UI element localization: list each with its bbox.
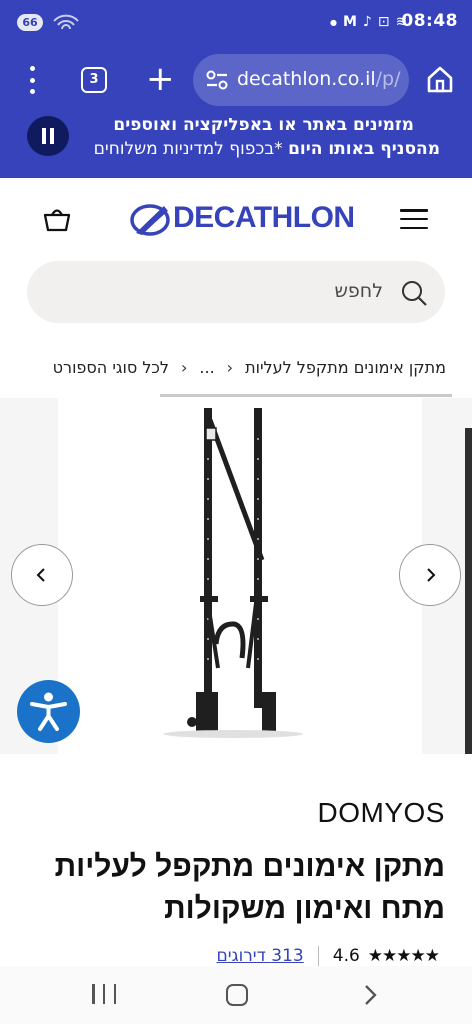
recent-apps-icon[interactable] (92, 984, 116, 1006)
logo-text: DECATHLON (173, 201, 355, 234)
tab-switcher-button[interactable]: 3 (81, 67, 107, 93)
product-image (58, 398, 422, 754)
system-navigation-bar (0, 966, 472, 1024)
reviews-link[interactable]: 313 דירוגים (216, 946, 303, 966)
promo-line-2: מהסניף באותו היום *בכפוף למדיניות משלוחי… (94, 139, 440, 159)
breadcrumb-separator-icon: ‹ (180, 357, 188, 377)
hamburger-menu-icon[interactable] (400, 209, 428, 229)
new-tab-button[interactable]: + (146, 62, 175, 96)
gallery-next-button[interactable] (399, 544, 461, 606)
promo-banner: מזמינים באתר או באפליקציה ואוספים מהסניף… (0, 115, 472, 178)
browser-toolbar: 3 + decathlon.co.il/p/ (0, 44, 472, 116)
url-host: decathlon.co.il (237, 68, 376, 90)
pause-button[interactable] (27, 116, 69, 156)
search-placeholder: לחפש (334, 280, 383, 302)
search-input[interactable]: לחפש (27, 261, 445, 323)
tiktok-icon: ♪ (362, 14, 372, 30)
promo-line-2-bold: מהסניף באותו היום (288, 139, 440, 159)
breadcrumb-item-ellipsis[interactable]: ... (199, 358, 214, 377)
site-header: DECATHLON (0, 178, 472, 262)
pull-up-rack-illustration (163, 408, 303, 738)
product-title: מתקן אימונים מתקפל לעליות מתח ואימון משק… (54, 850, 445, 925)
dot-icon: ● (330, 17, 337, 27)
pause-icon-bar-right (50, 128, 54, 144)
gallery-prev-button[interactable] (11, 544, 73, 606)
rating-value: 4.6 (332, 946, 360, 966)
next-image-peek (465, 428, 472, 754)
wifi-icon (53, 14, 79, 30)
breadcrumb-separator-icon: ‹ (226, 357, 234, 377)
address-bar[interactable]: decathlon.co.il/p/ (193, 54, 409, 106)
decathlon-logo[interactable]: DECATHLON (130, 201, 355, 237)
clock: 08:48 (401, 11, 458, 31)
rating-divider (317, 946, 319, 966)
breadcrumb-scrollbar (160, 394, 452, 397)
pause-icon-bar-left (42, 128, 46, 144)
chevron-right-icon (427, 568, 436, 582)
breadcrumb: לכל סוגי הספורט ‹ ... ‹ מתקן אימונים מתק… (53, 355, 446, 379)
url-text: decathlon.co.il/p/ (237, 68, 401, 90)
rating-stars-icon: ★★★★★ (367, 946, 440, 966)
chevron-left-icon (36, 568, 45, 582)
screenshot-icon: ⊡ (377, 14, 390, 30)
status-bar: 66 ● M ♪ ⊡ ≋ 08:48 (0, 0, 472, 44)
accessibility-button[interactable] (17, 680, 80, 743)
search-icon (402, 281, 427, 306)
home-icon[interactable] (425, 64, 455, 94)
browser-menu-icon[interactable] (22, 66, 42, 94)
back-icon[interactable] (358, 983, 382, 1007)
promo-line-1: מזמינים באתר או באפליקציה ואוספים (113, 115, 414, 135)
gmail-icon: M (342, 14, 357, 30)
url-path: /p/ (375, 68, 401, 90)
notification-badge: 66 (17, 14, 43, 31)
breadcrumb-item-current: מתקן אימונים מתקפל לעליות (245, 357, 446, 377)
home-button-icon[interactable] (226, 984, 248, 1006)
accessibility-icon (30, 692, 67, 731)
rating-row: ★★★★★ 4.6 313 דירוגים (216, 944, 440, 968)
cart-icon[interactable] (42, 204, 72, 234)
product-brand[interactable]: DOMYOS (318, 797, 445, 829)
status-icons: ● M ♪ ⊡ ≋ (330, 12, 407, 32)
site-settings-icon[interactable] (205, 69, 229, 91)
promo-line-2-rest: *בכפוף למדיניות משלוחים (93, 139, 289, 159)
breadcrumb-item-all-sports[interactable]: לכל סוגי הספורט (53, 358, 169, 377)
logo-mark-icon (130, 204, 170, 236)
